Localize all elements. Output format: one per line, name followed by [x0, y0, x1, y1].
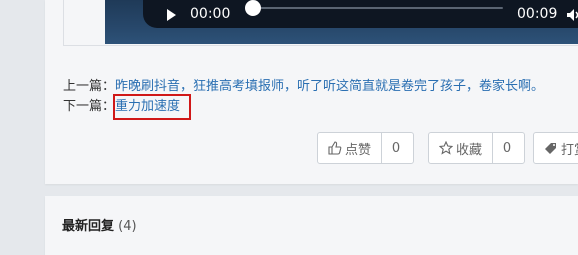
favorite-button[interactable]: 收藏 [429, 133, 492, 163]
star-icon [438, 140, 454, 155]
total-time: 00:09 [517, 6, 558, 22]
replies-heading: 最新回复 (4) [62, 218, 137, 236]
like-count: 0 [381, 133, 410, 163]
like-button[interactable]: 点赞 [318, 133, 381, 163]
progress-bar[interactable] [245, 0, 503, 16]
tag-icon [544, 141, 558, 155]
like-button-group: 点赞 0 [317, 132, 414, 164]
favorite-count: 0 [492, 133, 521, 163]
tip-button-group: 打赏 [533, 132, 578, 164]
like-label: 点赞 [345, 142, 372, 158]
favorite-button-group: 收藏 0 [428, 132, 525, 164]
next-post-label: 下一篇： [63, 99, 116, 114]
tip-button[interactable]: 打赏 [534, 133, 578, 163]
audio-player-controls: 00:00 00:09 [143, 0, 578, 28]
current-time: 00:00 [190, 6, 231, 22]
prev-post-label: 上一篇： [63, 79, 116, 94]
tip-label: 打赏 [561, 142, 578, 158]
thumbs-up-icon [328, 141, 342, 155]
replies-count: (4) [118, 219, 137, 234]
highlight-box [113, 94, 191, 120]
page: 00:00 00:09 上一篇：昨晚刷抖音，狂推高考填报师，听了听这简直就是卷完… [0, 0, 578, 255]
volume-icon[interactable] [567, 8, 578, 22]
replies-title: 最新回复 [62, 219, 115, 234]
progress-thumb[interactable] [245, 0, 261, 16]
prev-post-link[interactable]: 昨晚刷抖音，狂推高考填报师，听了听这简直就是卷完了孩子，卷家长啊。 [115, 79, 544, 94]
favorite-label: 收藏 [456, 142, 483, 158]
play-icon[interactable] [167, 9, 176, 21]
